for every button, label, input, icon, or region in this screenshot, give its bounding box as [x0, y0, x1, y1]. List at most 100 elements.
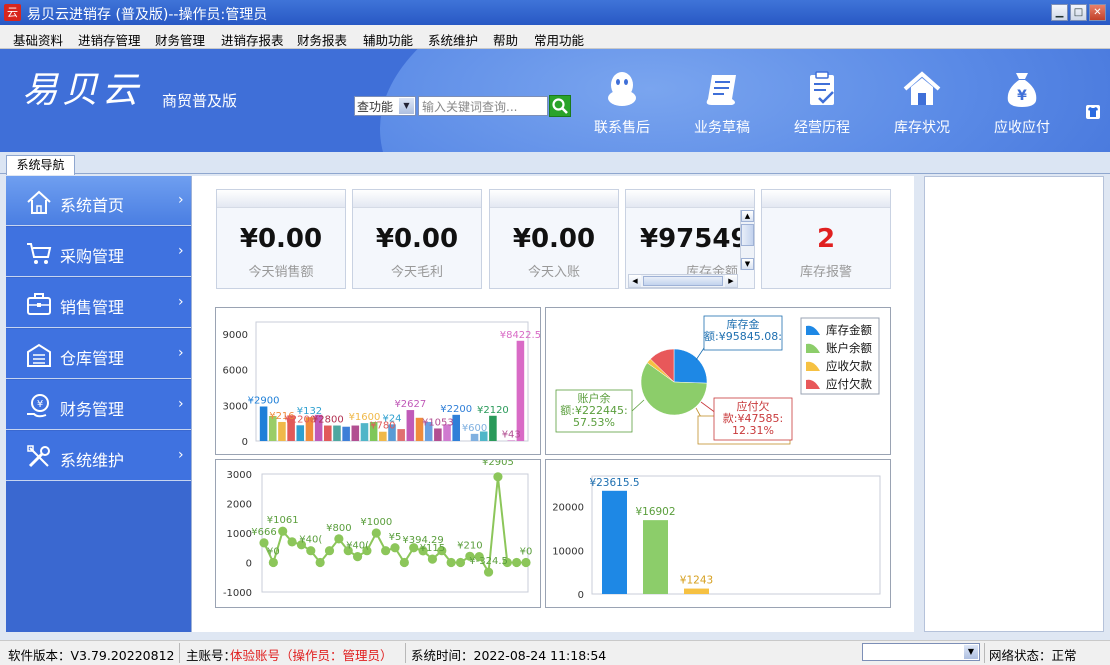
sidebar-item-label: 财务管理: [60, 400, 125, 419]
search-input[interactable]: 输入关键词查询...: [418, 96, 548, 116]
horizontal-scrollbar[interactable]: ◀ ▶: [628, 274, 738, 288]
menu-common-functions[interactable]: 常用功能: [534, 30, 584, 49]
menu-bar: 基础资料 进销存管理 财务管理 进销存报表 财务报表 辅助功能 系统维护 帮助 …: [0, 25, 1110, 49]
software-version: 软件版本：V3.79.20220812: [8, 648, 175, 663]
status-dropdown[interactable]: ▼: [862, 643, 980, 661]
bar: [296, 425, 305, 441]
data-label: ¥0: [267, 547, 280, 558]
card-caption: 今天毛利: [390, 265, 443, 280]
sidebar-item-finance[interactable]: ¥ 财务管理 ›: [6, 380, 191, 430]
search-button[interactable]: [549, 95, 571, 117]
data-label: ¥800: [326, 523, 351, 534]
sidebar-item-sales[interactable]: 销售管理 ›: [6, 278, 191, 328]
sidebar: 系统首页 › 采购管理 › 销售管理 › 仓库管理 › ¥ 财务管理 › 系统维…: [6, 176, 191, 632]
menu-inventory-management[interactable]: 进销存管理: [78, 30, 141, 49]
card-header: [353, 190, 481, 208]
card-today-income[interactable]: ¥0.00 今天入账: [489, 189, 619, 289]
y-tick-label: 1000: [227, 529, 252, 540]
scroll-up-arrow[interactable]: ▲: [741, 210, 754, 222]
skin-shirt-icon[interactable]: [1086, 105, 1100, 119]
chevron-down-icon[interactable]: ▼: [964, 645, 978, 659]
pie-slice: [673, 348, 708, 384]
line-point: [287, 537, 297, 547]
card-caption: 今天销售额: [248, 265, 314, 280]
clipboard-check-icon: [810, 71, 834, 105]
brand-logo: 易贝云: [22, 70, 143, 111]
svg-text:¥: ¥: [1017, 88, 1027, 104]
y-tick-label: 10000: [552, 546, 584, 557]
card-today-sales[interactable]: ¥0.00 今天销售额: [216, 189, 346, 289]
card-stock-alert[interactable]: 2 库存报警: [761, 189, 891, 289]
shortcut-receivables-payables[interactable]: ¥ 应收应付: [982, 69, 1062, 137]
line-point: [521, 557, 531, 568]
data-label: ¥2905: [482, 460, 514, 468]
bar: [360, 423, 369, 441]
y-tick-label: 0: [578, 590, 584, 601]
sidebar-item-home[interactable]: 系统首页 ›: [6, 176, 191, 226]
menu-system-maintenance[interactable]: 系统维护: [428, 30, 478, 49]
chevron-right-icon: ›: [178, 447, 184, 463]
search-category-value: 查功能: [357, 100, 394, 114]
callout-text: 57.53%: [573, 416, 615, 429]
sidebar-item-label: 系统维护: [60, 451, 125, 470]
tab-system-navigation[interactable]: 系统导航: [6, 155, 75, 175]
line-point: [315, 557, 325, 568]
minimize-button[interactable]: ▁: [1051, 4, 1068, 21]
sidebar-item-maintenance[interactable]: 系统维护 ›: [6, 431, 191, 481]
y-tick-label: 9000: [223, 330, 248, 341]
asset-pie-chart-panel: 款库存金额:¥95845.08:账户余额:¥222445:57.53%应付欠款:…: [545, 307, 891, 455]
menu-finance-reports[interactable]: 财务报表: [297, 30, 347, 49]
bar: [516, 340, 525, 441]
scroll-down-arrow[interactable]: ▼: [741, 258, 754, 270]
line-point: [324, 546, 335, 556]
money-bag-icon: ¥: [1007, 73, 1037, 107]
chevron-right-icon: ›: [178, 396, 184, 412]
sidebar-item-label: 系统首页: [60, 196, 125, 215]
shortcut-label: 库存状况: [894, 120, 950, 136]
sidebar-item-warehouse[interactable]: 仓库管理 ›: [6, 329, 191, 379]
scroll-left-arrow[interactable]: ◀: [629, 275, 641, 287]
chevron-right-icon: ›: [178, 345, 184, 361]
y-tick-label: 6000: [223, 366, 248, 377]
menu-auxiliary[interactable]: 辅助功能: [363, 30, 413, 49]
menu-inventory-reports[interactable]: 进销存报表: [221, 30, 284, 49]
shortcut-label: 经营历程: [794, 120, 850, 136]
shortcut-stock-status[interactable]: 库存状况: [882, 69, 962, 137]
shortcut-business-draft[interactable]: 业务草稿: [682, 69, 762, 137]
close-button[interactable]: ✕: [1089, 4, 1106, 21]
shortcut-business-history[interactable]: 经营历程: [782, 69, 862, 137]
line-point: [268, 557, 278, 568]
card-stock-amount[interactable]: ¥97549 库存金额 ▲ ▼ ◀ ▶: [625, 189, 755, 289]
summary-bar-chart-panel: 20000 10000 0 ¥23615.5 ¥16902 ¥1243: [545, 459, 891, 608]
data-label: ¥666: [251, 527, 276, 538]
shortcut-contact-support[interactable]: 联系售后: [582, 69, 662, 137]
chevron-down-icon[interactable]: ▼: [399, 98, 414, 114]
line-point: [493, 472, 503, 482]
line-point: [306, 546, 316, 556]
line-point: [483, 567, 494, 577]
line-point: [390, 543, 400, 553]
bar: [406, 410, 415, 441]
search-category-select[interactable]: 查功能 ▼: [354, 96, 416, 116]
card-value: ¥97549: [640, 224, 749, 254]
data-label: ¥1061: [267, 515, 299, 526]
menu-finance-management[interactable]: 财务管理: [155, 30, 205, 49]
maximize-button[interactable]: □: [1070, 4, 1087, 21]
card-caption: 库存报警: [799, 265, 852, 280]
scroll-thumb[interactable]: [741, 224, 754, 246]
status-divider: [984, 643, 985, 663]
vertical-scrollbar[interactable]: ▲ ▼: [740, 210, 754, 270]
card-header: [217, 190, 345, 208]
sidebar-item-label: 采购管理: [60, 247, 125, 266]
scroll-right-arrow[interactable]: ▶: [725, 275, 737, 287]
callout-text: 款:¥47585:: [723, 411, 783, 425]
asset-pie-chart: 款库存金额:¥95845.08:账户余额:¥222445:57.53%应付欠款:…: [555, 315, 880, 445]
menu-basic-data[interactable]: 基础资料: [13, 30, 63, 49]
sidebar-item-purchase[interactable]: 采购管理 ›: [6, 227, 191, 277]
menu-help[interactable]: 帮助: [493, 30, 518, 49]
dashboard-content: ¥0.00 今天销售额 ¥0.00 今天毛利 ¥0.00 今天入账 ¥97549…: [191, 176, 914, 632]
card-today-gross-profit[interactable]: ¥0.00 今天毛利: [352, 189, 482, 289]
card-caption: 今天入账: [527, 265, 580, 280]
shirt-glyph: [1088, 107, 1098, 117]
scroll-thumb[interactable]: [643, 276, 723, 286]
